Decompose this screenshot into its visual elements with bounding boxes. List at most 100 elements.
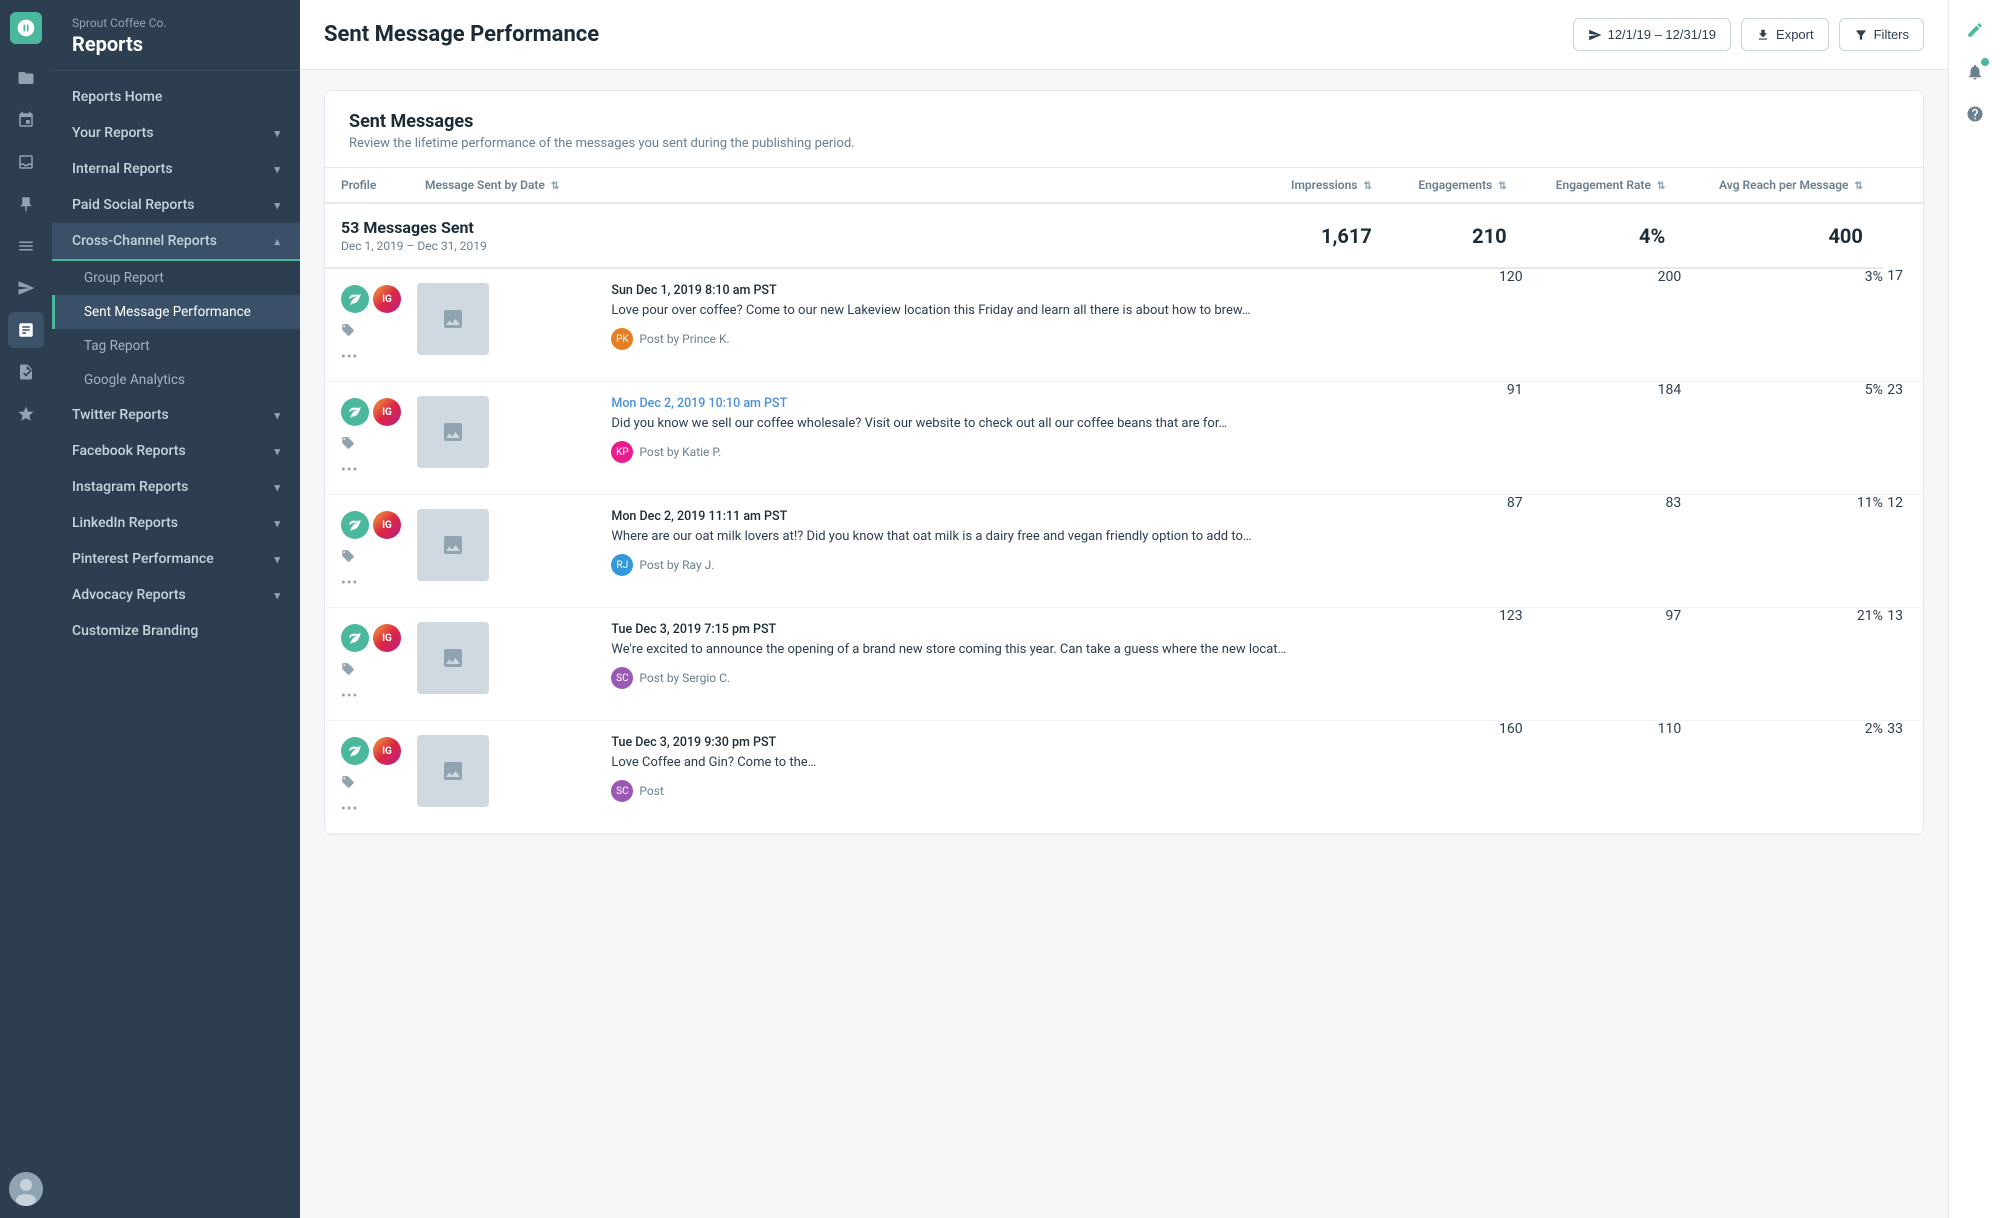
engagement-rate-value: 5% — [1681, 382, 1883, 495]
chevron-down-icon: ▴ — [274, 235, 280, 248]
message-thumbnail — [417, 509, 489, 581]
sidebar-item-twitter-reports[interactable]: Twitter Reports ▾ — [52, 397, 300, 433]
tag-icon[interactable] — [341, 775, 355, 793]
notification-badge — [1981, 58, 1989, 66]
chevron-down-icon: ▾ — [274, 409, 280, 422]
avg-reach-value: 17 — [1883, 268, 1923, 382]
instagram-icon: IG — [373, 624, 401, 652]
impressions-value: 87 — [1388, 495, 1523, 608]
sidebar-item-reports-home[interactable]: Reports Home — [52, 79, 300, 115]
export-button[interactable]: Export — [1741, 18, 1829, 51]
company-name: Sprout Coffee Co. — [72, 16, 280, 30]
tag-icon[interactable] — [341, 323, 355, 341]
col-impressions[interactable]: Impressions ⇅ — [595, 168, 1387, 203]
sidebar-item-pinterest-performance[interactable]: Pinterest Performance ▾ — [52, 541, 300, 577]
nav-star-icon[interactable] — [8, 396, 44, 432]
message-text: Love pour over coffee? Come to our new L… — [611, 302, 1371, 320]
author-avatar: RJ — [611, 554, 633, 576]
sprout-icon — [341, 624, 369, 652]
chevron-down-icon: ▾ — [274, 163, 280, 176]
sidebar-item-facebook-reports[interactable]: Facebook Reports ▾ — [52, 433, 300, 469]
sort-icon: ⇅ — [551, 181, 559, 192]
col-message-date[interactable]: Message Sent by Date ⇅ — [409, 168, 595, 203]
more-options-icon[interactable]: ••• — [341, 349, 358, 365]
sort-icon: ⇅ — [1498, 181, 1506, 192]
chevron-down-icon: ▾ — [274, 517, 280, 530]
help-icon[interactable] — [1957, 96, 1993, 132]
author-avatar: KP — [611, 441, 633, 463]
sidebar-item-cross-channel-reports[interactable]: Cross-Channel Reports ▴ — [52, 223, 300, 261]
filters-button[interactable]: Filters — [1839, 18, 1924, 51]
app-title: Reports — [72, 32, 280, 56]
chevron-down-icon: ▾ — [274, 589, 280, 602]
avg-reach-value: 33 — [1883, 721, 1923, 834]
nav-send-icon[interactable] — [8, 270, 44, 306]
sidebar-item-internal-reports[interactable]: Internal Reports ▾ — [52, 151, 300, 187]
engagements-value: 184 — [1523, 382, 1682, 495]
col-avg-reach[interactable]: Avg Reach per Message ⇅ — [1681, 168, 1883, 203]
sidebar-subitem-group-report[interactable]: Group Report — [52, 261, 300, 295]
sidebar-item-your-reports[interactable]: Your Reports ▾ — [52, 115, 300, 151]
summary-engagements: 210 — [1388, 203, 1523, 268]
nav-chart-icon[interactable] — [8, 312, 44, 348]
col-engagements[interactable]: Engagements ⇅ — [1388, 168, 1523, 203]
card-description: Review the lifetime performance of the m… — [349, 136, 1899, 151]
main-header: Sent Message Performance 12/1/19 – 12/31… — [300, 0, 1948, 70]
sidebar-item-customize-branding[interactable]: Customize Branding — [52, 613, 300, 649]
sidebar-item-linkedin-reports[interactable]: LinkedIn Reports ▾ — [52, 505, 300, 541]
tag-icon[interactable] — [341, 436, 355, 454]
filters-label: Filters — [1874, 27, 1909, 42]
table-row: IG ••• Tue Dec 3, 2019 9:30 pm PST Love … — [325, 721, 1923, 834]
sidebar-subitem-sent-message-performance[interactable]: Sent Message Performance — [52, 295, 300, 329]
nav-folder-icon[interactable] — [8, 60, 44, 96]
right-bar — [1948, 0, 2000, 1218]
more-options-icon[interactable]: ••• — [341, 575, 358, 591]
tag-icon[interactable] — [341, 549, 355, 567]
summary-engagement-rate: 4% — [1523, 203, 1682, 268]
impressions-value: 120 — [1388, 268, 1523, 382]
sidebar-item-instagram-reports[interactable]: Instagram Reports ▾ — [52, 469, 300, 505]
engagements-value: 200 — [1523, 268, 1682, 382]
nav-calendar-icon[interactable] — [8, 102, 44, 138]
engagements-value: 97 — [1523, 608, 1682, 721]
nav-inbox-icon[interactable] — [8, 144, 44, 180]
sidebar-item-paid-social-reports[interactable]: Paid Social Reports ▾ — [52, 187, 300, 223]
tag-icon[interactable] — [341, 662, 355, 680]
avg-reach-value: 23 — [1883, 382, 1923, 495]
instagram-icon: IG — [373, 511, 401, 539]
more-options-icon[interactable]: ••• — [341, 801, 358, 817]
sent-messages-card: Sent Messages Review the lifetime perfor… — [324, 90, 1924, 835]
more-options-icon[interactable]: ••• — [341, 688, 358, 704]
date-range-button[interactable]: 12/1/19 – 12/31/19 — [1573, 18, 1731, 51]
message-author: RJ Post by Ray J. — [611, 554, 1371, 576]
compose-icon[interactable] — [1957, 12, 1993, 48]
summary-impressions: 1,617 — [595, 203, 1387, 268]
instagram-icon: IG — [373, 398, 401, 426]
engagement-rate-value: 2% — [1681, 721, 1883, 834]
sidebar-subitem-google-analytics[interactable]: Google Analytics — [52, 363, 300, 397]
avg-reach-value: 12 — [1883, 495, 1923, 608]
message-text: Did you know we sell our coffee wholesal… — [611, 415, 1371, 433]
col-engagement-rate[interactable]: Engagement Rate ⇅ — [1523, 168, 1682, 203]
sidebar-header: Sprout Coffee Co. Reports — [52, 0, 300, 71]
engagement-rate-value: 21% — [1681, 608, 1883, 721]
author-avatar: SC — [611, 667, 633, 689]
table-row: IG ••• Mon Dec 2, 2019 10:10 am PST Did … — [325, 382, 1923, 495]
table-row: IG ••• Sun Dec 1, 2019 8:10 am PST Love … — [325, 268, 1923, 382]
message-thumbnail — [417, 283, 489, 355]
message-datetime[interactable]: Mon Dec 2, 2019 10:10 am PST — [611, 396, 1371, 411]
instagram-icon: IG — [373, 737, 401, 765]
nav-list-icon[interactable] — [8, 228, 44, 264]
message-datetime: Tue Dec 3, 2019 9:30 pm PST — [611, 735, 1371, 750]
message-datetime: Tue Dec 3, 2019 7:15 pm PST — [611, 622, 1371, 637]
sidebar-item-advocacy-reports[interactable]: Advocacy Reports ▾ — [52, 577, 300, 613]
date-range-label: 12/1/19 – 12/31/19 — [1608, 27, 1716, 42]
sidebar-subitem-tag-report[interactable]: Tag Report — [52, 329, 300, 363]
nav-pin-icon[interactable] — [8, 186, 44, 222]
summary-date-range: Dec 1, 2019 – Dec 31, 2019 — [341, 239, 579, 253]
more-options-icon[interactable]: ••• — [341, 462, 358, 478]
user-avatar[interactable] — [9, 1172, 43, 1206]
nav-tasks-icon[interactable] — [8, 354, 44, 390]
notification-icon[interactable] — [1957, 54, 1993, 90]
author-avatar: SC — [611, 780, 633, 802]
